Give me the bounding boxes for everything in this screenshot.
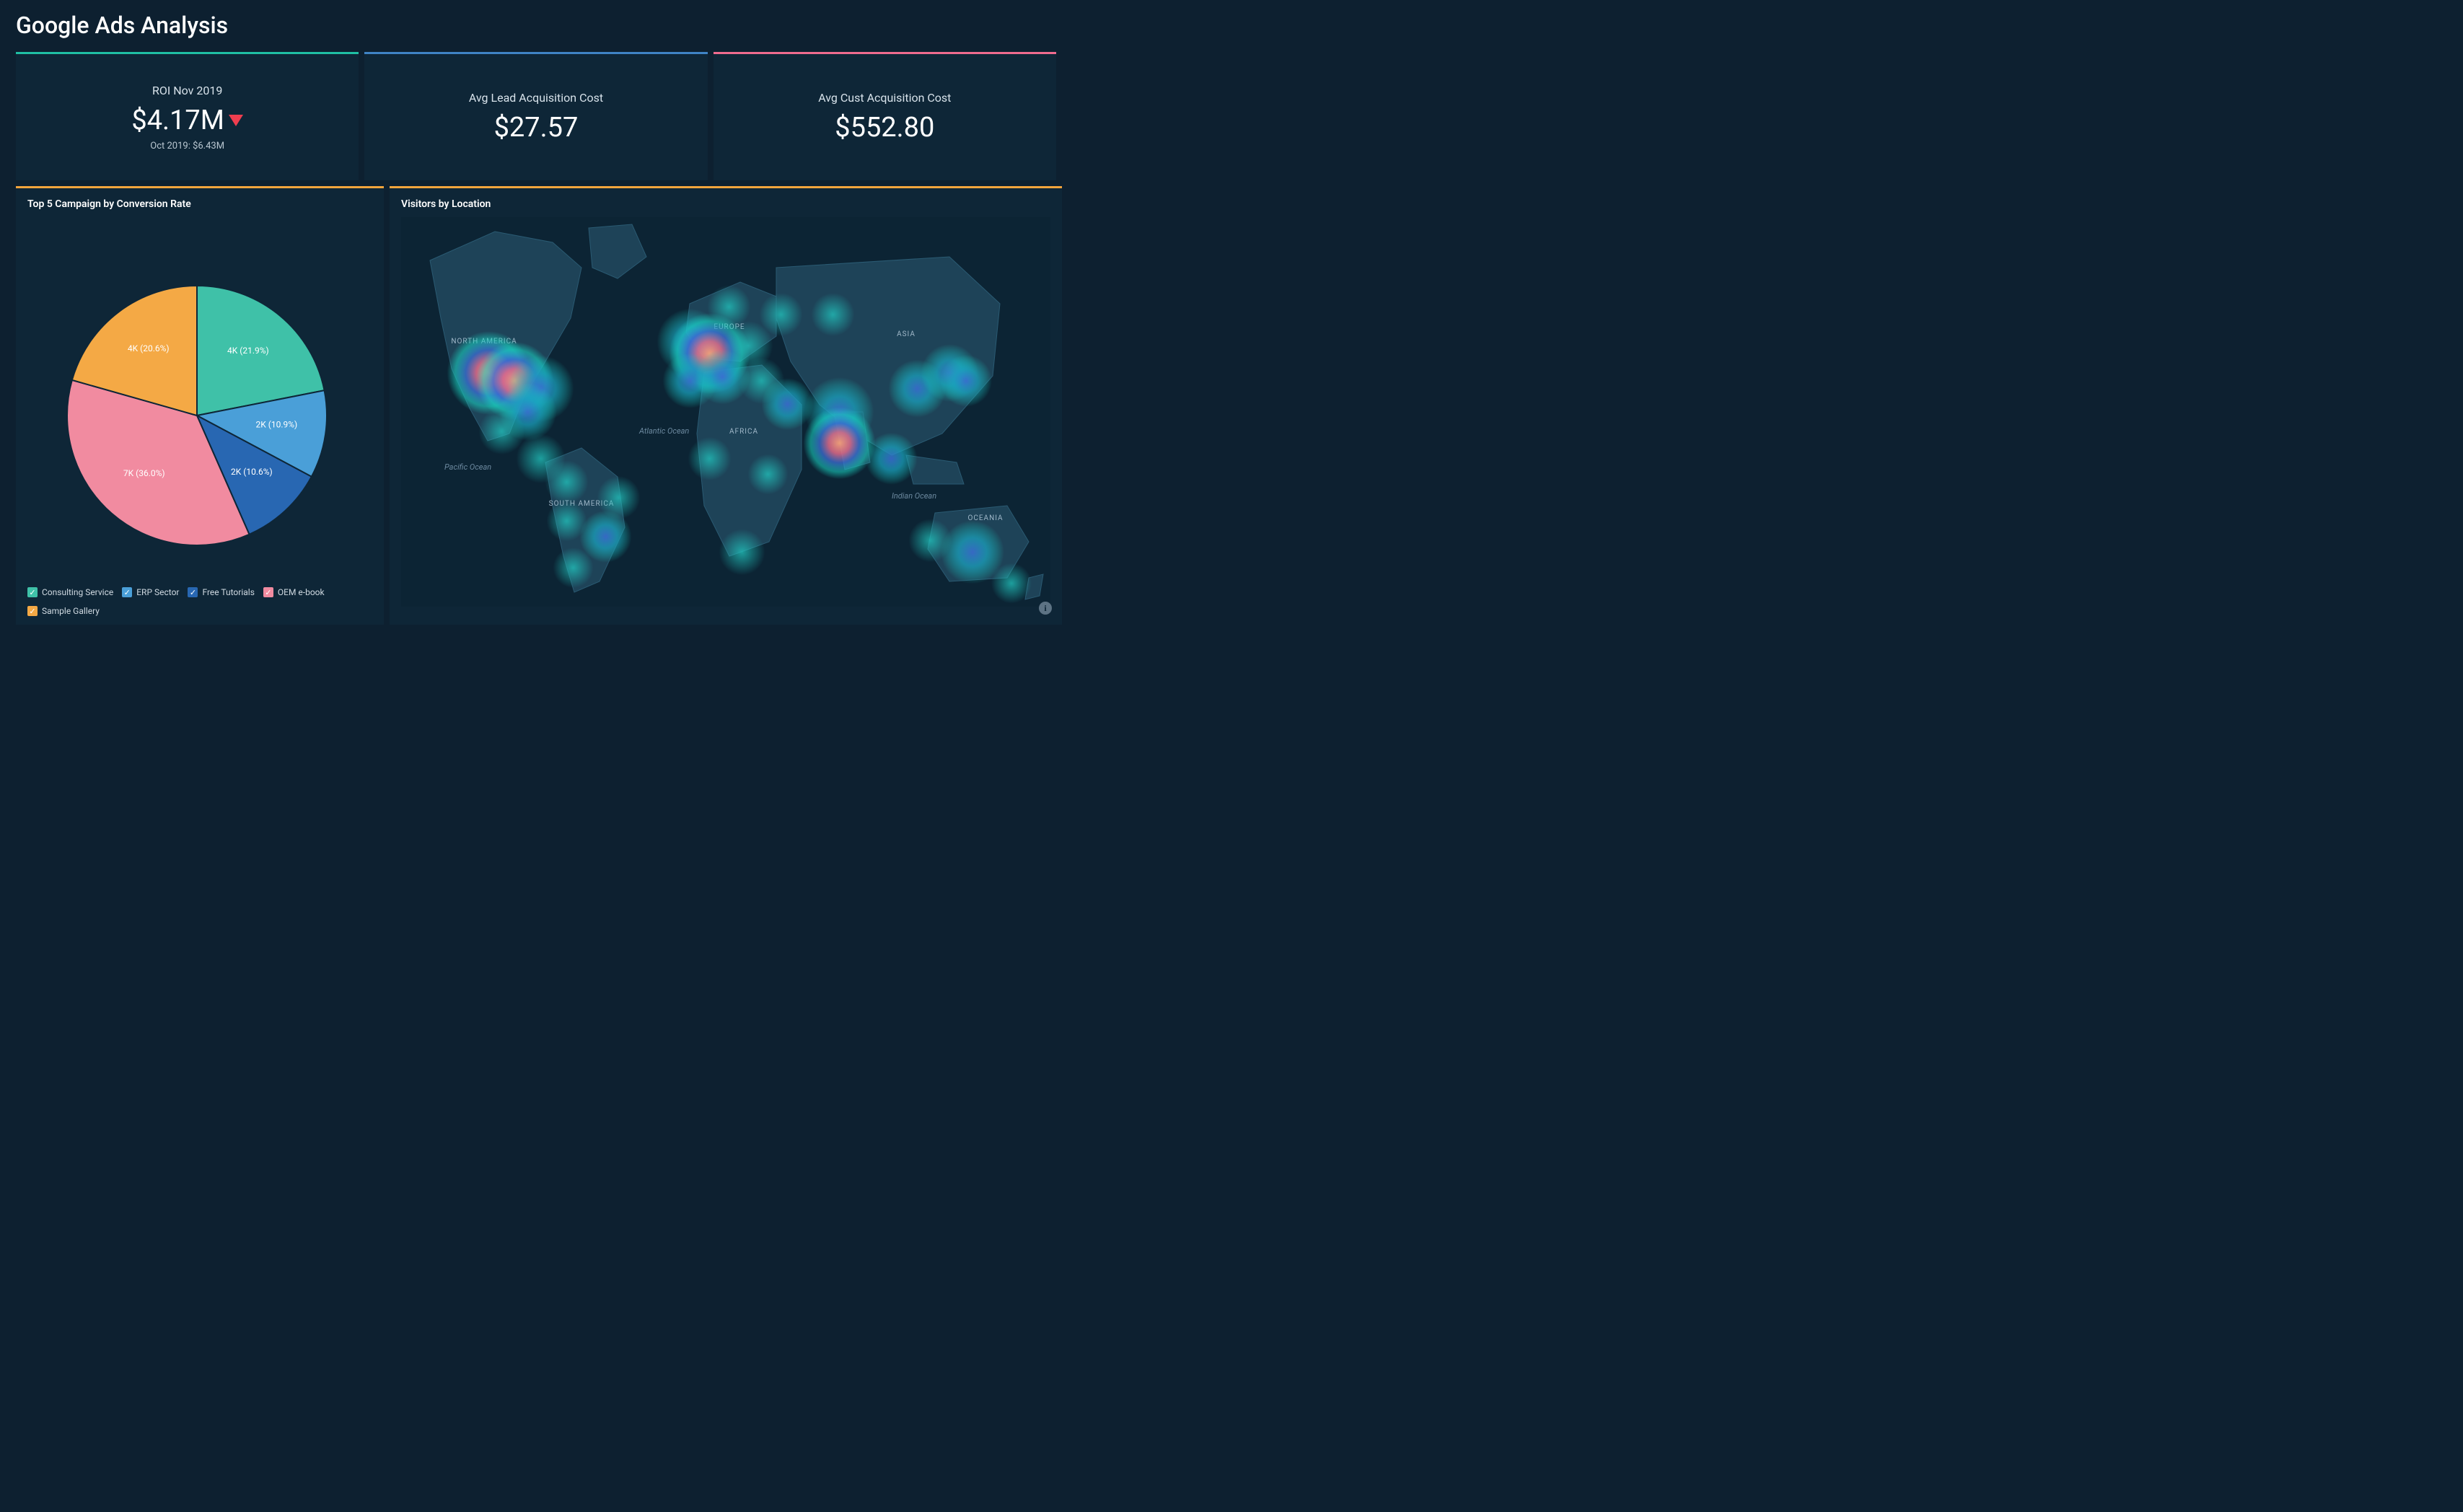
legend-swatch-icon: ✓ (263, 587, 273, 597)
heat-spot (991, 563, 1032, 604)
map-panel: Visitors by Location NORTH AMERICASOUTH … (390, 186, 1062, 625)
kpi-row: ROI Nov 2019 $4.17M Oct 2019: $6.43M Avg… (16, 52, 1056, 180)
ocean-label: Atlantic Ocean (638, 426, 689, 436)
pie-slice-label: 2K (10.9%) (256, 419, 298, 429)
kpi-lead-value: $27.57 (494, 112, 579, 144)
pie-panel: Top 5 Campaign by Conversion Rate 4K (21… (16, 186, 384, 625)
legend-item[interactable]: ✓ ERP Sector (122, 587, 179, 597)
map-panel-title: Visitors by Location (401, 198, 1050, 210)
heat-spot (597, 476, 641, 519)
info-icon[interactable]: i (1039, 602, 1052, 615)
page-title: Google Ads Analysis (16, 12, 1056, 39)
heat-spot (748, 454, 789, 494)
heat-spot (719, 529, 765, 575)
legend-swatch-icon: ✓ (27, 606, 38, 616)
kpi-roi-sub: Oct 2019: $6.43M (150, 141, 224, 151)
legend-item[interactable]: ✓ Free Tutorials (188, 587, 254, 597)
ocean-label: Pacific Ocean (444, 462, 491, 472)
heat-spot (909, 519, 952, 562)
charts-row: Top 5 Campaign by Conversion Rate 4K (21… (16, 186, 1056, 625)
kpi-cust-label: Avg Cust Acquisition Cost (818, 91, 951, 105)
kpi-card-roi: ROI Nov 2019 $4.17M Oct 2019: $6.43M (16, 52, 359, 180)
legend-label: Sample Gallery (42, 606, 100, 616)
heat-spot (479, 408, 525, 454)
pie-panel-title: Top 5 Campaign by Conversion Rate (27, 198, 372, 210)
legend-swatch-icon: ✓ (122, 587, 132, 597)
heat-spot (545, 460, 589, 504)
kpi-cust-value: $552.80 (835, 112, 934, 144)
pie-legend: ✓ Consulting Service ✓ ERP Sector ✓ Free Tuto… (27, 587, 384, 616)
legend-label: Free Tutorials (202, 587, 254, 597)
legend-swatch-icon: ✓ (27, 587, 38, 597)
heat-spot (762, 378, 814, 430)
kpi-roi-label: ROI Nov 2019 (152, 84, 222, 97)
trend-down-icon (229, 115, 243, 126)
legend-item[interactable]: ✓ Consulting Service (27, 587, 113, 597)
heat-spot (940, 355, 992, 407)
kpi-card-cust: Avg Cust Acquisition Cost $552.80 (714, 52, 1056, 180)
heat-spot (688, 437, 732, 480)
visitors-map[interactable]: NORTH AMERICASOUTH AMERICAEUROPEAFRICAAS… (401, 217, 1050, 607)
legend-item[interactable]: ✓ Sample Gallery (27, 606, 100, 616)
kpi-roi-value: $4.17M (131, 105, 243, 136)
heat-spot (760, 293, 803, 336)
heat-spot (866, 433, 918, 485)
pie-chart: 4K (21.9%) 2K (10.9%) 2K (10.6%) 7K (36.0%)… (27, 217, 372, 592)
ocean-label: Indian Ocean (892, 491, 936, 501)
continent-label: AFRICA (729, 428, 758, 436)
heat-spot (804, 407, 876, 479)
continent-label: ASIA (897, 330, 916, 338)
kpi-roi-value-text: $4.17M (131, 105, 224, 136)
pie-slice-label: 4K (21.9%) (227, 346, 269, 356)
legend-label: Consulting Service (42, 587, 113, 597)
pie-slice-label: 7K (36.0%) (123, 468, 165, 478)
kpi-lead-label: Avg Lead Acquisition Cost (469, 91, 603, 105)
legend-item[interactable]: ✓ OEM e-book (263, 587, 325, 597)
legend-swatch-icon: ✓ (188, 587, 198, 597)
pie-slice-label: 2K (10.6%) (231, 467, 273, 477)
heat-spot (812, 293, 855, 336)
legend-label: OEM e-book (278, 587, 325, 597)
pie-slice-label: 4K (20.6%) (128, 343, 170, 353)
kpi-card-lead: Avg Lead Acquisition Cost $27.57 (364, 52, 707, 180)
legend-label: ERP Sector (136, 587, 179, 597)
